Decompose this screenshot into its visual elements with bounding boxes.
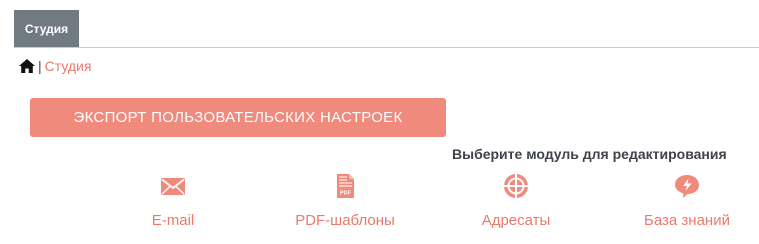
svg-text:PDF: PDF	[340, 191, 352, 197]
breadcrumb-separator: |	[38, 58, 42, 74]
modules-heading: Выберите модуль для редактирования	[452, 146, 727, 162]
studio-page: Студия | Студия ЭКСПОРТ ПОЛЬЗОВАТЕЛЬСКИХ…	[0, 0, 759, 244]
home-icon[interactable]	[18, 58, 36, 74]
module-email[interactable]: E-mail	[103, 172, 243, 236]
module-pdf-templates[interactable]: PDF PDF-шаблоны	[275, 172, 415, 236]
module-label: Адресаты	[481, 212, 551, 229]
tab-studio[interactable]: Студия	[14, 10, 79, 47]
module-recipients[interactable]: Адресаты	[446, 172, 586, 236]
module-label: База знаний	[644, 212, 730, 229]
pdf-file-icon: PDF	[337, 174, 354, 198]
module-label: E-mail	[151, 212, 195, 229]
breadcrumb-studio[interactable]: Студия	[45, 58, 92, 74]
module-knowledge-base[interactable]: База знаний	[617, 172, 757, 236]
breadcrumb: | Студия	[18, 57, 91, 75]
tab-bar: Студия	[14, 10, 759, 48]
crosshair-icon	[503, 173, 529, 199]
module-label: PDF-шаблоны	[295, 212, 395, 229]
lightning-bubble-icon	[675, 175, 699, 198]
envelope-icon	[161, 178, 185, 195]
export-settings-button[interactable]: ЭКСПОРТ ПОЛЬЗОВАТЕЛЬСКИХ НАСТРОЕК	[30, 98, 446, 137]
